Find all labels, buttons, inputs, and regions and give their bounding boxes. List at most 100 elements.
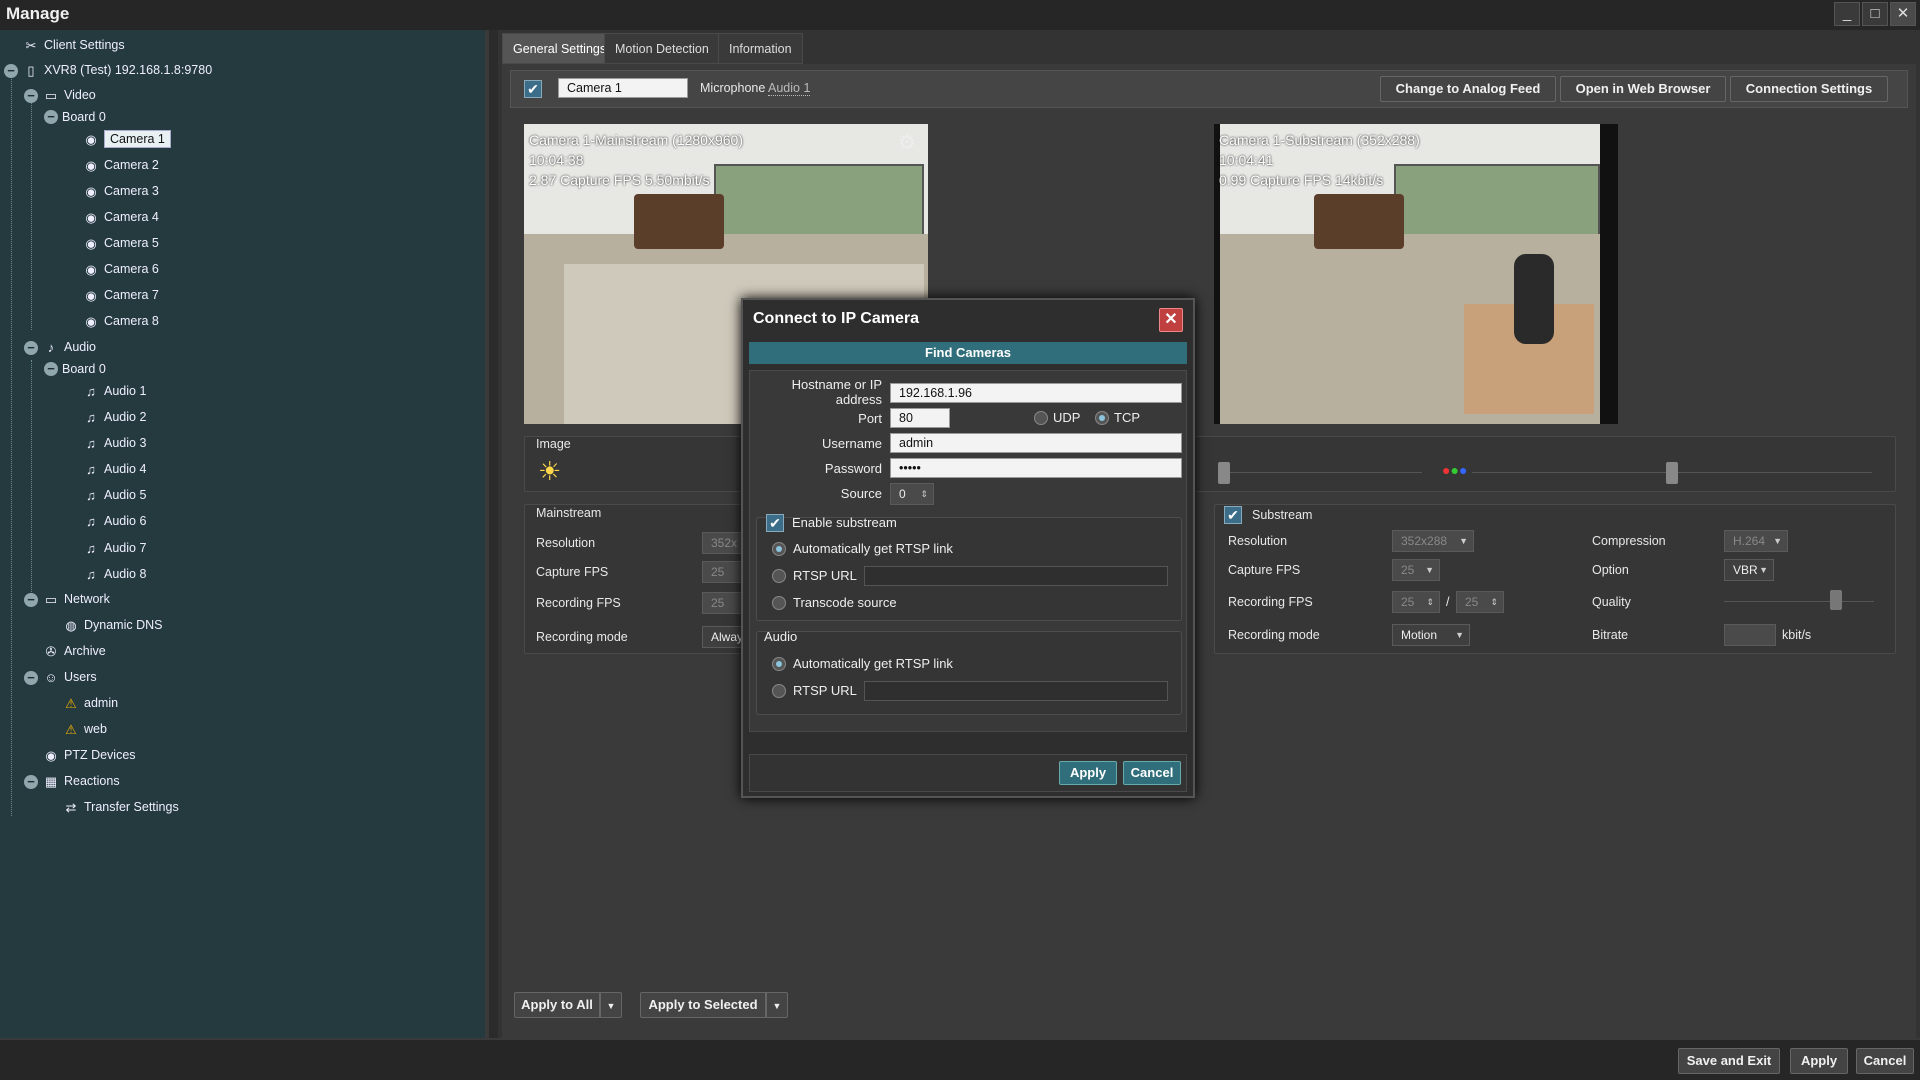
slider-handle[interactable] — [1218, 462, 1230, 484]
tree-transfer[interactable]: ⇄ Transfer Settings — [62, 796, 179, 818]
tree-audio-4[interactable]: ♫ Audio 4 — [82, 458, 146, 480]
tree-reactions[interactable]: ▦ Reactions — [42, 770, 120, 792]
dialog-apply-button[interactable]: Apply — [1059, 761, 1117, 785]
tree-audio-3[interactable]: ♫ Audio 3 — [82, 432, 146, 454]
collapse-icon[interactable]: − — [24, 341, 38, 355]
tree-video[interactable]: ▭ Video — [42, 84, 96, 106]
tree-users[interactable]: ☺ Users — [42, 666, 96, 688]
dialog-close-button[interactable]: ✕ — [1159, 308, 1183, 332]
slider-handle[interactable] — [1666, 462, 1678, 484]
audio-rtsp-url-input[interactable] — [864, 681, 1168, 701]
tree-ptz[interactable]: ◉ PTZ Devices — [42, 744, 135, 766]
apply-to-all-dropdown[interactable]: ▼ — [600, 992, 622, 1018]
tree-audio-1[interactable]: ♫ Audio 1 — [82, 380, 146, 402]
mainstream-capture-fps[interactable]: 25 — [702, 561, 742, 583]
collapse-icon[interactable]: − — [24, 89, 38, 103]
password-input[interactable]: ••••• — [890, 458, 1182, 478]
option-select[interactable]: VBR ▼ — [1724, 559, 1774, 581]
substream-resolution-select[interactable]: 352x288 ▼ — [1392, 530, 1474, 552]
tree-audio-5[interactable]: ♫ Audio 5 — [82, 484, 146, 506]
transcode-radio[interactable] — [772, 596, 786, 610]
collapse-icon[interactable]: − — [24, 593, 38, 607]
collapse-icon[interactable]: − — [44, 110, 58, 124]
compression-select[interactable]: H.264 ▼ — [1724, 530, 1788, 552]
tree-camera-8[interactable]: ◉ Camera 8 — [82, 310, 159, 332]
mainstream-recording-mode[interactable]: Alway — [702, 626, 743, 648]
collapse-icon[interactable]: − — [24, 775, 38, 789]
open-web-browser-button[interactable]: Open in Web Browser — [1560, 76, 1726, 102]
udp-radio[interactable] — [1034, 411, 1048, 425]
bitrate-input[interactable] — [1724, 624, 1776, 646]
quality-slider-handle[interactable] — [1830, 590, 1842, 610]
apply-to-all-button[interactable]: Apply to All — [514, 992, 600, 1018]
enable-substream-checkbox[interactable]: ✔ — [766, 514, 784, 532]
collapse-icon[interactable]: − — [44, 362, 58, 376]
substream-capture-fps[interactable]: 25 ▼ — [1392, 559, 1440, 581]
tab-motion-detection[interactable]: Motion Detection — [604, 33, 720, 64]
substream-recording-fps-a[interactable]: 25 ⇕ — [1392, 591, 1440, 613]
change-to-analog-button[interactable]: Change to Analog Feed — [1380, 76, 1556, 102]
mainstream-recording-fps[interactable]: 25 — [702, 592, 742, 614]
dialog-cancel-button[interactable]: Cancel — [1123, 761, 1181, 785]
tree-camera-5[interactable]: ◉ Camera 5 — [82, 232, 159, 254]
transcode-label: Transcode source — [793, 595, 897, 610]
tree-user-admin[interactable]: ⚠ admin — [62, 692, 118, 714]
audio-rtsp-url-radio[interactable] — [772, 684, 786, 698]
ptz-icon: ◉ — [45, 747, 57, 763]
cancel-button[interactable]: Cancel — [1856, 1048, 1914, 1074]
minimize-button[interactable]: _ — [1834, 2, 1860, 26]
rtsp-url-input[interactable] — [864, 566, 1168, 586]
tree-camera-6[interactable]: ◉ Camera 6 — [82, 258, 159, 280]
tcp-radio[interactable] — [1095, 411, 1109, 425]
apply-to-selected-button[interactable]: Apply to Selected — [640, 992, 766, 1018]
maximize-button[interactable]: □ — [1862, 2, 1888, 26]
tree-audio-7[interactable]: ♫ Audio 7 — [82, 537, 146, 559]
tree-camera-4[interactable]: ◉ Camera 4 — [82, 206, 159, 228]
tree-network[interactable]: ▭ Network — [42, 588, 110, 610]
window-close-button[interactable]: ✕ — [1890, 2, 1916, 26]
username-input[interactable]: admin — [890, 433, 1182, 453]
apply-to-selected-dropdown[interactable]: ▼ — [766, 992, 788, 1018]
hostname-input[interactable]: 192.168.1.96 — [890, 383, 1182, 403]
tree-dynamic-dns[interactable]: ◍ Dynamic DNS — [62, 614, 162, 636]
rtsp-url-radio[interactable] — [772, 569, 786, 583]
tree-audio-8[interactable]: ♫ Audio 8 — [82, 563, 146, 585]
camera-name-input[interactable]: Camera 1 — [558, 78, 688, 98]
chevron-down-icon: ▼ — [1455, 630, 1464, 640]
stepper-icon: ⇕ — [920, 489, 928, 499]
connection-settings-button[interactable]: Connection Settings — [1730, 76, 1888, 102]
substream-checkbox[interactable]: ✔ — [1224, 506, 1242, 524]
camera-enabled-checkbox[interactable]: ✔ — [524, 80, 542, 98]
tree-audio-2[interactable]: ♫ Audio 2 — [82, 406, 146, 428]
collapse-icon[interactable]: − — [4, 64, 18, 78]
audio-rtsp-url-label: RTSP URL — [793, 683, 857, 698]
gear-icon[interactable]: ⚙ — [898, 130, 916, 155]
tab-information[interactable]: Information — [718, 33, 803, 64]
tree-client-settings[interactable]: ✂ Client Settings — [22, 34, 125, 56]
substream-recording-fps-b[interactable]: 25 ⇕ — [1456, 591, 1504, 613]
find-cameras-button[interactable]: Find Cameras — [749, 342, 1187, 364]
tree-user-web[interactable]: ⚠ web — [62, 718, 107, 740]
source-stepper[interactable]: 0 ⇕ — [890, 483, 934, 505]
port-input[interactable]: 80 — [890, 408, 950, 428]
audio-auto-rtsp-radio[interactable] — [772, 657, 786, 671]
tab-general-settings[interactable]: General Settings — [502, 33, 618, 64]
mainstream-time: 10:04:38 — [529, 152, 584, 168]
apply-button[interactable]: Apply — [1790, 1048, 1848, 1074]
tree-video-board[interactable]: Board 0 — [62, 106, 106, 128]
save-and-exit-button[interactable]: Save and Exit — [1678, 1048, 1780, 1074]
tree-camera-7[interactable]: ◉ Camera 7 — [82, 284, 159, 306]
auto-rtsp-radio[interactable] — [772, 542, 786, 556]
microphone-link[interactable]: Audio 1 — [768, 81, 811, 96]
tree-audio-6[interactable]: ♫ Audio 6 — [82, 510, 146, 532]
tree-camera-2[interactable]: ◉ Camera 2 — [82, 154, 159, 176]
tree-camera-1[interactable]: ◉ Camera 1 — [82, 128, 171, 150]
tree-audio-board[interactable]: Board 0 — [62, 358, 106, 380]
tree-audio[interactable]: ♪ Audio — [42, 336, 96, 358]
tree-camera-3[interactable]: ◉ Camera 3 — [82, 180, 159, 202]
mainstream-resolution-select[interactable]: 352x — [702, 532, 742, 554]
tree-server[interactable]: ▯ XVR8 (Test) 192.168.1.8:9780 — [22, 59, 212, 81]
collapse-icon[interactable]: − — [24, 671, 38, 685]
tree-archive[interactable]: ✇ Archive — [42, 640, 106, 662]
substream-recording-mode[interactable]: Motion ▼ — [1392, 624, 1470, 646]
